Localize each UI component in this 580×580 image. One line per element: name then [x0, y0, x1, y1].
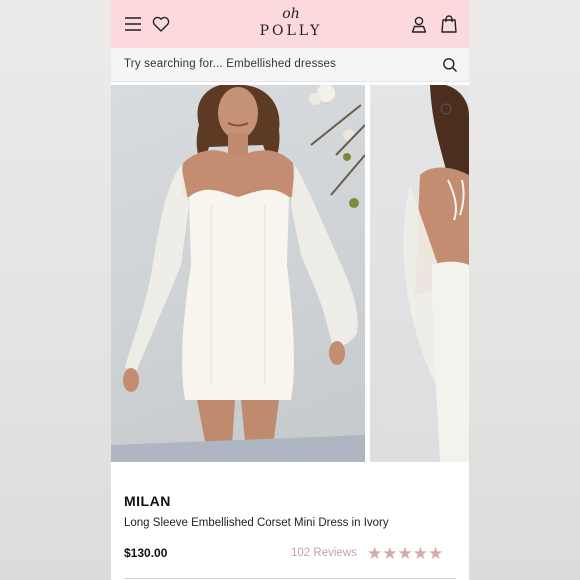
background-right: [469, 0, 580, 580]
search-placeholder: Try searching for... Embellished dresses: [124, 58, 337, 70]
user-icon[interactable]: [409, 14, 429, 34]
mobile-page: oh POLLY Try searching for... Embellishe…: [111, 0, 469, 580]
product-image-back[interactable]: [370, 85, 469, 462]
site-header: oh POLLY: [111, 0, 469, 48]
star-icon: ★: [428, 544, 444, 564]
star-icon: ★: [412, 544, 428, 564]
divider: [124, 578, 456, 579]
heart-icon[interactable]: [151, 14, 171, 34]
search-bar[interactable]: Try searching for... Embellished dresses: [111, 48, 469, 82]
background-left: [0, 0, 111, 580]
product-image-front[interactable]: [111, 85, 365, 462]
star-icon: ★: [382, 544, 398, 564]
shopping-bag-icon[interactable]: [439, 14, 459, 34]
logo-script-text: oh: [282, 6, 300, 22]
reviews-link[interactable]: 102 Reviews: [291, 547, 357, 559]
product-name: Long Sleeve Embellished Corset Mini Dres…: [124, 517, 389, 529]
rating-stars[interactable]: ★★★★★: [367, 544, 444, 564]
star-icon: ★: [367, 544, 383, 564]
product-brand: MILAN: [124, 493, 171, 509]
star-icon: ★: [397, 544, 413, 564]
logo-wordmark-text: POLLY: [259, 23, 323, 39]
product-image-gallery[interactable]: [111, 85, 469, 462]
hamburger-menu-icon[interactable]: [123, 14, 143, 34]
product-info: MILAN Long Sleeve Embellished Corset Min…: [111, 462, 469, 580]
search-icon[interactable]: [442, 57, 458, 73]
oh-polly-logo[interactable]: oh POLLY: [241, 6, 341, 42]
product-price: $130.00: [124, 546, 168, 560]
